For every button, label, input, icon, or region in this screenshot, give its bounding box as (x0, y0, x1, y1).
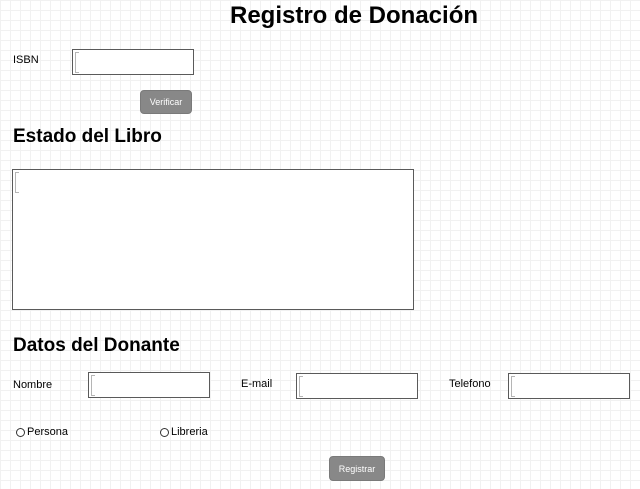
isbn-label: ISBN (13, 54, 39, 66)
phone-input[interactable] (508, 373, 630, 399)
isbn-input[interactable] (72, 49, 194, 75)
book-state-textarea[interactable] (12, 169, 414, 310)
radio-circle-icon[interactable] (160, 427, 169, 437)
radio-libreria-label: Libreria (171, 426, 208, 438)
radio-libreria[interactable]: Libreria (160, 426, 208, 438)
name-label: Nombre (13, 379, 53, 391)
name-input[interactable] (88, 372, 210, 398)
register-button[interactable]: Registrar (329, 456, 385, 481)
phone-label: Telefono (449, 378, 491, 390)
book-state-heading: Estado del Libro (13, 126, 162, 147)
email-label: E-mail (241, 378, 273, 390)
page-title: Registro de Donación (229, 2, 479, 29)
radio-circle-icon[interactable] (16, 427, 25, 437)
email-input[interactable] (296, 373, 418, 399)
donor-heading: Datos del Donante (13, 335, 180, 356)
radio-persona-label: Persona (27, 426, 68, 438)
verify-button[interactable]: Verificar (140, 90, 192, 114)
radio-persona[interactable]: Persona (16, 426, 68, 438)
